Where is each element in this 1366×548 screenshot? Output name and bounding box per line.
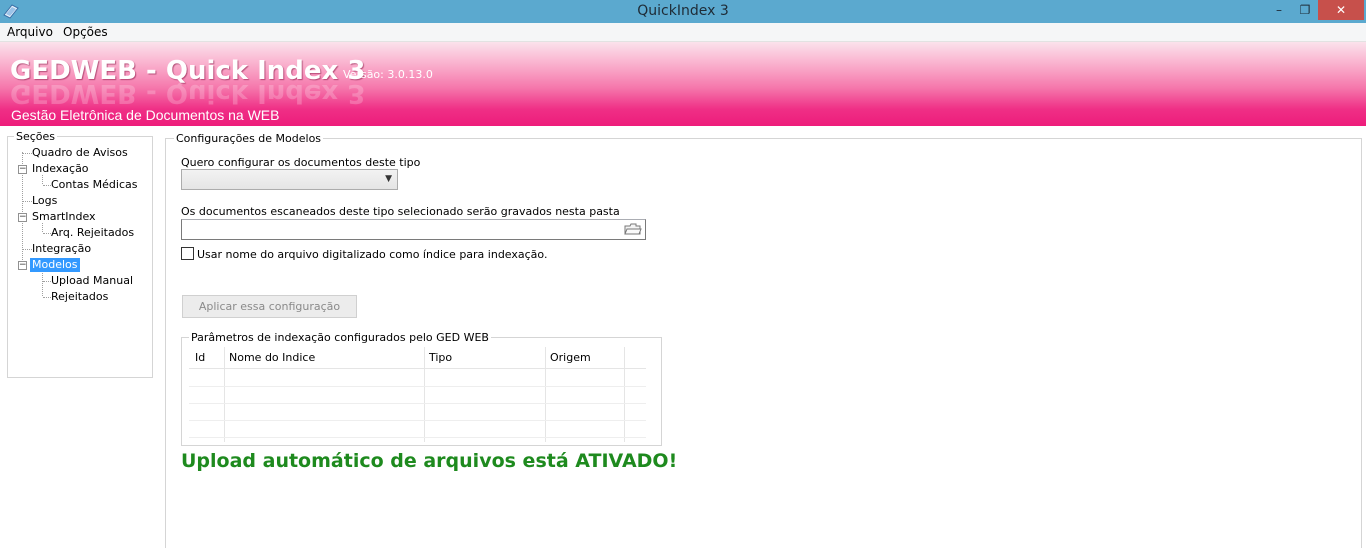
close-button[interactable]: ✕ bbox=[1318, 0, 1364, 20]
sections-tree: − − − Quadro de Avisos Indexação Contas … bbox=[8, 137, 152, 377]
grid-column-divider bbox=[224, 347, 225, 442]
tree-connector bbox=[43, 185, 51, 186]
minimize-button[interactable]: – bbox=[1266, 0, 1292, 20]
index-params-grid[interactable]: Id Nome do Indice Tipo Origem bbox=[189, 347, 646, 442]
doc-type-label: Quero configurar os documentos deste tip… bbox=[181, 156, 421, 169]
grid-header: Id Nome do Indice Tipo Origem bbox=[189, 347, 646, 369]
grid-row-divider bbox=[189, 437, 646, 438]
collapse-smartindex-icon[interactable]: − bbox=[18, 213, 27, 222]
chevron-down-icon: ▼ bbox=[385, 174, 392, 184]
tree-connector bbox=[42, 175, 43, 184]
sections-groupbox: Seções − − − Quadro de Avisos Indexação … bbox=[7, 130, 153, 378]
menu-opcoes[interactable]: Opções bbox=[63, 25, 108, 39]
banner-title: GEDWEB - Quick Index 3 bbox=[10, 56, 366, 86]
menu-arquivo[interactable]: Arquivo bbox=[7, 25, 53, 39]
window-titlebar: QuickIndex 3 – ❐ ✕ bbox=[0, 0, 1366, 23]
tree-item-logs[interactable]: Logs bbox=[32, 194, 57, 208]
collapse-indexacao-icon[interactable]: − bbox=[18, 165, 27, 174]
grid-row-divider bbox=[189, 403, 646, 404]
tree-item-modelos[interactable]: Modelos bbox=[30, 258, 80, 272]
use-filename-checkbox[interactable] bbox=[181, 247, 194, 260]
tree-connector bbox=[43, 281, 51, 282]
column-header-origem[interactable]: Origem bbox=[550, 351, 591, 364]
header-banner: GEDWEB - Quick Index 3 GEDWEB - Quick In… bbox=[0, 42, 1366, 126]
grid-column-divider bbox=[545, 347, 546, 442]
tree-item-rejeitados[interactable]: Rejeitados bbox=[51, 290, 108, 304]
doc-type-select[interactable]: ▼ bbox=[181, 169, 398, 190]
folder-icon bbox=[624, 223, 642, 235]
column-header-id[interactable]: Id bbox=[195, 351, 205, 364]
tree-item-arq-rejeitados[interactable]: Arq. Rejeitados bbox=[51, 226, 134, 240]
window-title: QuickIndex 3 bbox=[637, 3, 729, 19]
use-filename-label: Usar nome do arquivo digitalizado como í… bbox=[197, 248, 548, 261]
upload-status-message: Upload automático de arquivos está ATIVA… bbox=[181, 450, 678, 472]
grid-column-divider bbox=[424, 347, 425, 442]
tree-item-contas-medicas[interactable]: Contas Médicas bbox=[51, 178, 137, 192]
tree-connector bbox=[43, 297, 51, 298]
tree-connector bbox=[23, 153, 32, 154]
tree-connector bbox=[43, 233, 51, 234]
grid-row-divider bbox=[189, 420, 646, 421]
tree-connector bbox=[42, 223, 43, 232]
tree-item-smartindex[interactable]: SmartIndex bbox=[32, 210, 96, 224]
banner-version: Versão: 3.0.13.0 bbox=[343, 68, 433, 81]
tree-connector bbox=[23, 201, 32, 202]
tree-item-indexacao[interactable]: Indexação bbox=[32, 162, 89, 176]
menu-bar: Arquivo Opções bbox=[0, 23, 1366, 42]
browse-folder-button[interactable] bbox=[623, 222, 643, 237]
tree-connector bbox=[23, 249, 32, 250]
banner-subtitle: Gestão Eletrônica de Documentos na WEB bbox=[11, 107, 280, 123]
folder-label: Os documentos escaneados deste tipo sele… bbox=[181, 205, 620, 218]
tree-item-quadro-de-avisos[interactable]: Quadro de Avisos bbox=[32, 146, 128, 160]
column-header-tipo[interactable]: Tipo bbox=[429, 351, 452, 364]
folder-path-input[interactable] bbox=[181, 219, 646, 240]
tree-connector bbox=[42, 271, 43, 296]
apply-config-button[interactable]: Aplicar essa configuração bbox=[182, 295, 357, 318]
column-header-nome-do-indice[interactable]: Nome do Indice bbox=[229, 351, 315, 364]
restore-button[interactable]: ❐ bbox=[1292, 0, 1318, 20]
grid-column-divider bbox=[624, 347, 625, 442]
tree-item-integracao[interactable]: Integração bbox=[32, 242, 91, 256]
index-params-legend: Parâmetros de indexação configurados pel… bbox=[189, 331, 491, 344]
collapse-modelos-icon[interactable]: − bbox=[18, 261, 27, 270]
tree-item-upload-manual[interactable]: Upload Manual bbox=[51, 274, 133, 288]
models-config-legend: Configurações de Modelos bbox=[174, 132, 324, 145]
grid-row-divider bbox=[189, 386, 646, 387]
